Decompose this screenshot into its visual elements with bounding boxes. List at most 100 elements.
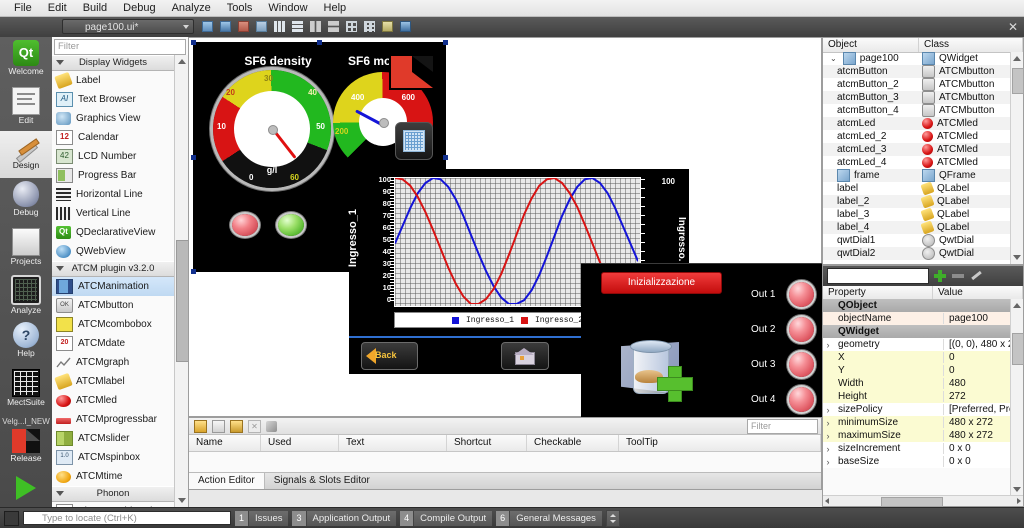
property-value[interactable]: 0 (943, 352, 1013, 363)
minus-icon[interactable] (951, 269, 965, 283)
scroll-down-icon[interactable] (1013, 255, 1021, 260)
widget-item-text-browser[interactable]: AI Text Browser (52, 90, 174, 109)
lay-out-vertically-icon[interactable] (290, 19, 305, 34)
menu-debug[interactable]: Debug (115, 1, 163, 15)
widget-item-atcmanimation[interactable]: ATCManimation (52, 277, 174, 296)
mode-edit[interactable]: Edit (0, 84, 52, 131)
property-row[interactable]: X0 (823, 351, 1013, 364)
property-value[interactable]: 480 (943, 378, 1013, 389)
column-object[interactable]: Object (823, 38, 919, 52)
mode-design[interactable]: Design (0, 131, 52, 178)
column-shortcut[interactable]: Shortcut (447, 435, 527, 451)
atcmLed-red[interactable] (232, 214, 258, 236)
widget-item-atcmcombobox[interactable]: ATCMcombobox (52, 315, 174, 334)
selection-handle-mr[interactable] (443, 155, 448, 160)
expander-icon[interactable]: › (823, 431, 833, 441)
menu-build[interactable]: Build (75, 1, 115, 15)
object-row[interactable]: atcmButton ATCMbutton (823, 65, 1011, 78)
run-configuration-selector[interactable]: Release (0, 426, 52, 470)
out-led-2[interactable] (789, 317, 814, 342)
column-value[interactable]: Value (933, 286, 1023, 299)
tab-action-editor[interactable]: Action Editor (189, 473, 265, 489)
column-name[interactable]: Name (189, 435, 261, 451)
property-row[interactable]: Height 272 (823, 390, 1013, 403)
close-icon[interactable]: ✕ (1006, 20, 1020, 34)
property-row[interactable]: objectName page100 (823, 312, 1013, 325)
run-button[interactable] (0, 476, 52, 503)
expander-icon[interactable]: › (823, 457, 833, 467)
widget-item-atcmprogressbar[interactable]: ATCMprogressbar (52, 410, 174, 429)
widget-item-atcmslider[interactable]: ATCMslider (52, 429, 174, 448)
mode-analyze[interactable]: Analyze (0, 272, 52, 319)
widget-item-atcmtime[interactable]: ATCMtime (52, 467, 174, 486)
paste-action-icon[interactable] (230, 419, 243, 433)
open-document-combo[interactable]: page100.ui* (62, 19, 194, 34)
property-row[interactable]: › geometry [(0, 0), 480 x 272] (823, 338, 1013, 351)
object-row[interactable]: label_2 QLabel (823, 194, 1011, 209)
property-row[interactable]: QObject (823, 299, 1013, 312)
new-action-icon[interactable] (194, 419, 207, 433)
widget-item-atcmgraph[interactable]: ATCMgraph (52, 353, 174, 372)
property-filter-input[interactable] (827, 268, 929, 284)
property-value[interactable]: [Preferred, Pref... (943, 404, 1013, 415)
out-led-4[interactable] (789, 387, 814, 412)
lay-out-splitter-horizontal-icon[interactable] (308, 19, 323, 34)
property-value[interactable]: 0 (943, 365, 1013, 376)
property-value[interactable]: 480 x 272 (943, 430, 1013, 441)
property-row[interactable]: Y0 (823, 364, 1013, 377)
adjust-size-icon[interactable] (398, 19, 413, 34)
expander-icon[interactable]: › (823, 405, 833, 415)
edit-tab-order-icon[interactable] (254, 19, 269, 34)
widget-item-atcmspinbox[interactable]: 1.0 ATCMspinbox (52, 448, 174, 467)
column-used[interactable]: Used (261, 435, 339, 451)
graph-thumbnail-button[interactable] (395, 122, 433, 160)
widget-box-list[interactable]: Display Widgets Label AI Text Browser Gr… (52, 55, 174, 507)
scroll-left-icon[interactable] (825, 498, 829, 504)
object-inspector-rows[interactable]: ⌄ page100 QWidget atcmButton ATCMbutton atcmB… (823, 52, 1011, 260)
out-led-3[interactable] (789, 352, 814, 377)
graph-home-button[interactable] (501, 342, 549, 370)
expander-icon[interactable]: ⌄ (830, 54, 837, 63)
widget-item-lcd-number[interactable]: 42 LCD Number (52, 147, 174, 166)
column-text[interactable]: Text (339, 435, 447, 451)
configure-icon[interactable] (266, 420, 277, 432)
locate-input[interactable]: Type to locate (Ctrl+K) (23, 511, 231, 525)
menu-window[interactable]: Window (260, 1, 315, 15)
menu-file[interactable]: File (6, 1, 40, 15)
object-row[interactable]: label QLabel (823, 181, 1011, 196)
property-row[interactable]: › sizeIncrement 0 x 0 (823, 442, 1013, 455)
lay-out-splitter-vertical-icon[interactable] (326, 19, 341, 34)
out-led-1[interactable] (789, 282, 814, 307)
widget-item-vertical-line[interactable]: Vertical Line (52, 204, 174, 223)
lay-out-horizontally-icon[interactable] (272, 19, 287, 34)
selection-handle-tc[interactable] (317, 40, 322, 45)
column-tooltip[interactable]: ToolTip (619, 435, 821, 451)
property-editor-scrollbar[interactable] (1010, 299, 1024, 496)
output-pane-application-output[interactable]: 3 Application Output (292, 510, 397, 526)
column-property[interactable]: Property (823, 286, 933, 299)
widget-item-qwebview[interactable]: QWebView (52, 242, 174, 261)
property-rows[interactable]: QObject objectName page100 QWidget › geometry… (823, 299, 1013, 468)
object-row[interactable]: atcmLed ATCMled (823, 117, 1011, 130)
scroll-up-icon[interactable] (1013, 56, 1021, 61)
widget-group-display[interactable]: Display Widgets (52, 55, 174, 71)
form-editor[interactable]: SF6 density SF6 moisture 0 10 20 30 40 5… (188, 37, 941, 474)
edit-buddies-icon[interactable] (236, 19, 251, 34)
object-row[interactable]: ⌄ page100 QWidget (823, 52, 1011, 65)
property-row[interactable]: › minimumSize 480 x 272 (823, 416, 1013, 429)
object-row[interactable]: atcmButton_3 ATCMbutton (823, 91, 1011, 104)
expander-icon[interactable]: › (823, 418, 833, 428)
menu-help[interactable]: Help (316, 1, 355, 15)
property-value[interactable]: 0 x 0 (943, 456, 1013, 467)
property-row[interactable]: › baseSize 0 x 0 (823, 455, 1013, 468)
wrench-icon[interactable] (969, 269, 983, 283)
property-value[interactable]: 0 x 0 (943, 443, 1013, 454)
output-toggle-icon[interactable] (4, 510, 19, 526)
selection-handle-tr[interactable] (443, 40, 448, 45)
property-row[interactable]: › sizePolicy [Preferred, Pref... (823, 403, 1013, 416)
property-row[interactable]: Width 480 (823, 377, 1013, 390)
action-editor-filter[interactable]: Filter (747, 419, 818, 434)
scrollbar-thumb[interactable] (1012, 333, 1024, 365)
menu-analyze[interactable]: Analyze (164, 1, 219, 15)
scrollbar-thumb[interactable] (881, 497, 943, 507)
